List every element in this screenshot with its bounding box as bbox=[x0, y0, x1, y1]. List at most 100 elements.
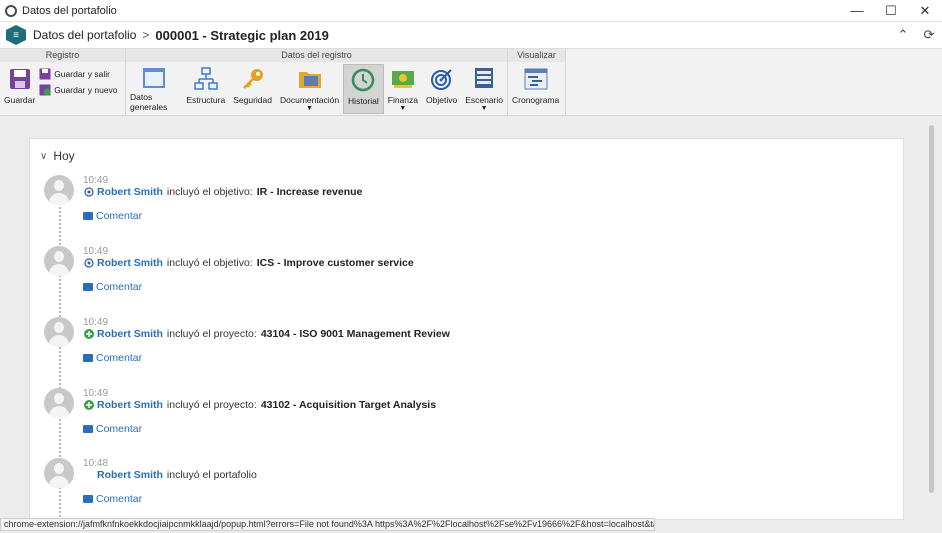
comment-label: Comentar bbox=[96, 493, 143, 505]
folder-icon bbox=[297, 66, 323, 92]
today-section-toggle[interactable]: ∨ Hoy bbox=[40, 149, 75, 163]
save-new-icon bbox=[39, 84, 51, 96]
scenario-button[interactable]: Escenario ▼ bbox=[461, 64, 507, 114]
timeline-label: Cronograma bbox=[512, 95, 560, 105]
structure-button[interactable]: Estructura bbox=[182, 64, 229, 114]
ribbon-group-label: Visualizar bbox=[508, 49, 565, 62]
entry-time: 10:49 bbox=[83, 175, 109, 186]
add-project-icon bbox=[83, 400, 94, 411]
objective-icon bbox=[83, 187, 94, 198]
comment-link[interactable]: Comentar bbox=[83, 281, 142, 293]
collapse-ribbon-icon[interactable]: ⌃ bbox=[890, 23, 916, 47]
target-icon bbox=[429, 66, 455, 92]
avatar bbox=[44, 175, 74, 205]
window-titlebar: Datos del portafolio — ☐ ✕ bbox=[0, 0, 942, 22]
comment-icon bbox=[83, 354, 93, 362]
comment-icon bbox=[83, 425, 93, 433]
key-icon bbox=[240, 66, 266, 92]
objective-icon bbox=[83, 258, 94, 269]
comment-icon bbox=[83, 212, 93, 220]
user-link[interactable]: Robert Smith bbox=[97, 399, 163, 411]
maximize-button[interactable]: ☐ bbox=[874, 0, 908, 22]
avatar bbox=[44, 246, 74, 276]
comment-label: Comentar bbox=[96, 352, 143, 364]
record-header: ≡ Datos del portafolio > 000001 - Strate… bbox=[0, 22, 942, 48]
portfolio-logo-icon: ≡ bbox=[6, 25, 26, 45]
entry-action: incluyó el proyecto: bbox=[166, 399, 257, 411]
app-icon bbox=[5, 4, 17, 17]
user-link[interactable]: Robert Smith bbox=[97, 469, 163, 481]
scenario-icon bbox=[471, 66, 497, 92]
comment-link[interactable]: Comentar bbox=[83, 210, 142, 222]
avatar bbox=[44, 317, 74, 347]
general-data-button[interactable]: Datos generales bbox=[126, 64, 182, 114]
entry-action: incluyó el proyecto: bbox=[166, 328, 257, 340]
documentation-dropdown-icon: ▼ bbox=[306, 105, 313, 112]
entry-action: incluyó el objetivo: bbox=[166, 186, 253, 198]
section-title: Hoy bbox=[53, 149, 75, 163]
ribbon-group-label: Registro bbox=[0, 49, 125, 62]
page-title: 000001 - Strategic plan 2019 bbox=[155, 27, 329, 43]
objective-button[interactable]: Objetivo bbox=[422, 64, 461, 114]
save-and-new-label: Guardar y nuevo bbox=[54, 85, 118, 95]
breadcrumb[interactable]: Datos del portafolio bbox=[33, 28, 136, 42]
clock-icon bbox=[350, 67, 376, 93]
comment-link[interactable]: Comentar bbox=[83, 493, 142, 505]
history-panel: ∨ Hoy 10:49 Robert Smith incluyó el obje… bbox=[29, 138, 904, 520]
entry-time: 10:49 bbox=[83, 317, 109, 328]
ribbon-group-visualizar: Visualizar Cronograma bbox=[508, 49, 566, 115]
documentation-label: Documentación bbox=[279, 95, 340, 105]
timeline-button[interactable]: Cronograma bbox=[508, 64, 563, 114]
entry-time: 10:49 bbox=[83, 388, 109, 399]
ribbon-group-registro: Registro Guardar Guardar y salir Guardar… bbox=[0, 49, 126, 115]
save-exit-icon bbox=[39, 68, 51, 80]
chevron-down-icon: ∨ bbox=[40, 150, 48, 162]
user-link[interactable]: Robert Smith bbox=[97, 257, 163, 269]
avatar bbox=[44, 388, 74, 418]
structure-label: Estructura bbox=[186, 95, 226, 105]
minimize-button[interactable]: — bbox=[840, 0, 874, 22]
refresh-icon[interactable]: ⟳ bbox=[916, 23, 942, 47]
entry-object: 43104 - ISO 9001 Management Review bbox=[260, 328, 450, 340]
avatar bbox=[44, 458, 74, 488]
save-label: Guardar bbox=[4, 95, 36, 105]
history-button[interactable]: Historial bbox=[343, 64, 384, 114]
general-data-label: Datos generales bbox=[130, 92, 168, 112]
content-area: ∨ Hoy 10:49 Robert Smith incluyó el obje… bbox=[0, 116, 942, 533]
user-link[interactable]: Robert Smith bbox=[97, 328, 163, 340]
entry-action: incluyó el portafolio bbox=[166, 469, 257, 481]
add-project-icon bbox=[83, 329, 94, 340]
entry-time: 10:49 bbox=[83, 246, 109, 257]
entry-action: incluyó el objetivo: bbox=[166, 257, 253, 269]
comment-link[interactable]: Comentar bbox=[83, 423, 142, 435]
entry-time: 10:48 bbox=[83, 458, 109, 469]
money-icon bbox=[390, 66, 416, 92]
window-icon bbox=[141, 66, 167, 89]
ribbon-group-datos-del-registro: Datos del registro Datos generales Estru… bbox=[126, 49, 508, 115]
vertical-scrollbar[interactable] bbox=[929, 125, 934, 493]
history-label: Historial bbox=[348, 96, 379, 106]
save-and-new-button[interactable]: Guardar y nuevo bbox=[39, 82, 118, 98]
finance-button[interactable]: Finanza ▼ bbox=[384, 64, 422, 114]
comment-icon bbox=[83, 495, 93, 503]
save-and-exit-button[interactable]: Guardar y salir bbox=[39, 66, 117, 82]
comment-label: Comentar bbox=[96, 281, 143, 293]
security-label: Seguridad bbox=[233, 95, 272, 105]
comment-label: Comentar bbox=[96, 210, 143, 222]
documentation-button[interactable]: Documentación ▼ bbox=[276, 64, 343, 114]
ribbon-group-label: Datos del registro bbox=[126, 49, 507, 62]
comment-link[interactable]: Comentar bbox=[83, 352, 142, 364]
window-title: Datos del portafolio bbox=[22, 4, 117, 17]
user-link[interactable]: Robert Smith bbox=[97, 186, 163, 198]
entry-object: IR - Increase revenue bbox=[256, 186, 363, 198]
save-button[interactable]: Guardar bbox=[0, 64, 39, 114]
breadcrumb-separator: > bbox=[142, 28, 150, 42]
finance-dropdown-icon: ▼ bbox=[399, 105, 407, 112]
comment-icon bbox=[83, 283, 93, 291]
finance-label: Finanza bbox=[387, 95, 418, 105]
scenario-label: Escenario bbox=[465, 95, 503, 105]
security-button[interactable]: Seguridad bbox=[229, 64, 276, 114]
entry-object: ICS - Improve customer service bbox=[256, 257, 414, 269]
close-button[interactable]: ✕ bbox=[908, 0, 942, 22]
save-and-exit-label: Guardar y salir bbox=[54, 69, 110, 79]
